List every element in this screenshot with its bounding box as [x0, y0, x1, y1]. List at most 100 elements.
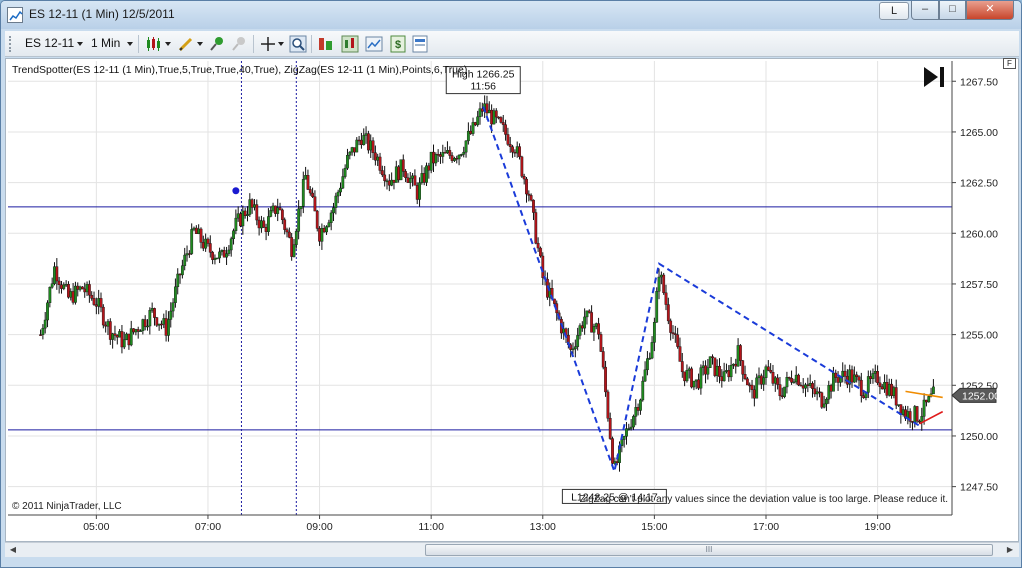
candle — [392, 179, 396, 190]
scroll-left-icon[interactable]: ◀ — [6, 544, 20, 556]
candle — [662, 272, 666, 295]
candle — [666, 297, 670, 325]
jump-to-end-icon[interactable] — [924, 67, 944, 87]
candle — [253, 199, 256, 211]
bar-type-dropdown-icon[interactable] — [165, 42, 171, 46]
candle-body-up — [578, 325, 582, 336]
interval-dropdown-icon[interactable] — [127, 42, 133, 46]
candle — [453, 156, 456, 162]
candle-body-up — [213, 257, 217, 260]
crosshair-dropdown-icon[interactable] — [278, 42, 284, 46]
close-button[interactable]: ✕ — [966, 1, 1014, 20]
pin-icon[interactable] — [208, 35, 226, 53]
x-axis[interactable]: 05:00 07:00 09:00 11:00 13:00 15:00 17:00 19:00 — [8, 514, 952, 533]
maximize-button[interactable]: □ — [939, 1, 966, 20]
minimize-button[interactable]: – — [911, 1, 939, 20]
scroll-thumb[interactable]: III — [425, 544, 993, 556]
bar-type-icon[interactable] — [145, 35, 163, 53]
drawing-tool-dropdown-icon[interactable] — [197, 42, 203, 46]
candle-body-up — [478, 108, 482, 118]
candle — [178, 273, 182, 284]
candle-body-up — [348, 151, 352, 156]
candle — [57, 276, 61, 294]
candle — [629, 419, 633, 431]
candle — [371, 137, 375, 160]
candle-body-down — [911, 421, 914, 423]
candle-body-up — [736, 345, 740, 367]
candle-body-up — [276, 207, 280, 214]
candle — [187, 250, 191, 258]
candle-body-down — [604, 366, 607, 393]
candle — [729, 357, 733, 382]
candle-body-up — [304, 175, 308, 180]
candle — [925, 399, 928, 407]
x-tick-label: 07:00 — [195, 521, 221, 533]
candle-body-down — [81, 286, 84, 290]
candle-body-up — [576, 335, 580, 347]
crosshair-icon[interactable] — [259, 35, 277, 53]
strategies-icon[interactable] — [341, 35, 359, 53]
candle-body-down — [850, 369, 854, 383]
candle — [852, 366, 856, 383]
candle-body-up — [46, 302, 49, 321]
candle — [525, 176, 528, 203]
zoom-icon[interactable] — [289, 35, 307, 53]
candle-body-up — [167, 319, 170, 336]
candle-body-down — [885, 382, 889, 396]
drawing-tool-icon[interactable] — [177, 35, 195, 53]
indicators-icon[interactable] — [317, 35, 335, 53]
price-chart[interactable]: High 1266.2511:56L1248.25 @ 14:17 1267.5… — [6, 59, 1020, 543]
candle-body-up — [53, 266, 56, 284]
candle — [871, 368, 875, 384]
candle-body-down — [194, 227, 198, 234]
candle-body-down — [208, 243, 212, 253]
candle-body-down — [311, 192, 314, 197]
candle — [204, 233, 208, 252]
candle-body-down — [504, 124, 507, 135]
candle-body-down — [104, 324, 108, 327]
candle-body-down — [415, 185, 419, 200]
candle — [422, 167, 426, 186]
title-bar[interactable]: ES 12-11 (1 Min) 12/5/2011 L – □ ✕ — [1, 1, 1021, 29]
candle — [576, 327, 580, 351]
candle-body-up — [732, 363, 735, 366]
candle-body-up — [901, 409, 905, 415]
interval-selector[interactable]: 1 Min — [91, 36, 120, 50]
candle — [236, 206, 240, 222]
chart-window: ES 12-11 (1 Min) 12/5/2011 L – □ ✕ ES 12… — [0, 0, 1022, 568]
scroll-right-icon[interactable]: ▶ — [1003, 544, 1017, 556]
candle-body-down — [590, 312, 594, 333]
candle-body-down — [353, 147, 356, 153]
candle — [415, 182, 419, 205]
candle — [378, 152, 382, 174]
candle — [150, 302, 154, 313]
properties-icon[interactable] — [411, 35, 429, 53]
candle — [478, 102, 482, 125]
pin-disabled-icon[interactable] — [230, 35, 248, 53]
candle-body-down — [153, 308, 156, 318]
y-tick-label: 1257.50 — [960, 279, 998, 291]
candle — [132, 328, 135, 335]
candle — [292, 239, 296, 258]
f-button[interactable]: F — [1003, 58, 1016, 69]
candle-body-down — [206, 238, 210, 244]
horizontal-scrollbar[interactable]: ◀ III ▶ — [5, 542, 1019, 557]
toolbar-grip[interactable] — [9, 36, 12, 52]
instrument-dropdown-icon[interactable] — [77, 42, 83, 46]
dollar-icon[interactable]: $ — [389, 35, 407, 53]
chart-panel[interactable]: High 1266.25 11:56 L1248.25 @ 14:17 1267.5… — [5, 58, 1019, 542]
candle — [315, 209, 319, 232]
candle-body-up — [825, 398, 828, 405]
candle — [687, 366, 691, 379]
candle-body-down — [636, 407, 640, 411]
link-button[interactable]: L — [879, 2, 909, 20]
candle-body-down — [673, 333, 677, 335]
chart-style-icon[interactable] — [365, 35, 383, 53]
candle — [183, 247, 187, 271]
candle-body-up — [492, 110, 496, 125]
instrument-selector[interactable]: ES 12-11 — [25, 36, 74, 50]
candle-body-up — [692, 380, 696, 388]
y-axis[interactable]: 1267.50 1265.00 1262.50 1260.00 1257.50 1255.… — [951, 61, 1000, 515]
candle — [611, 436, 614, 466]
candle-body-up — [271, 205, 275, 211]
